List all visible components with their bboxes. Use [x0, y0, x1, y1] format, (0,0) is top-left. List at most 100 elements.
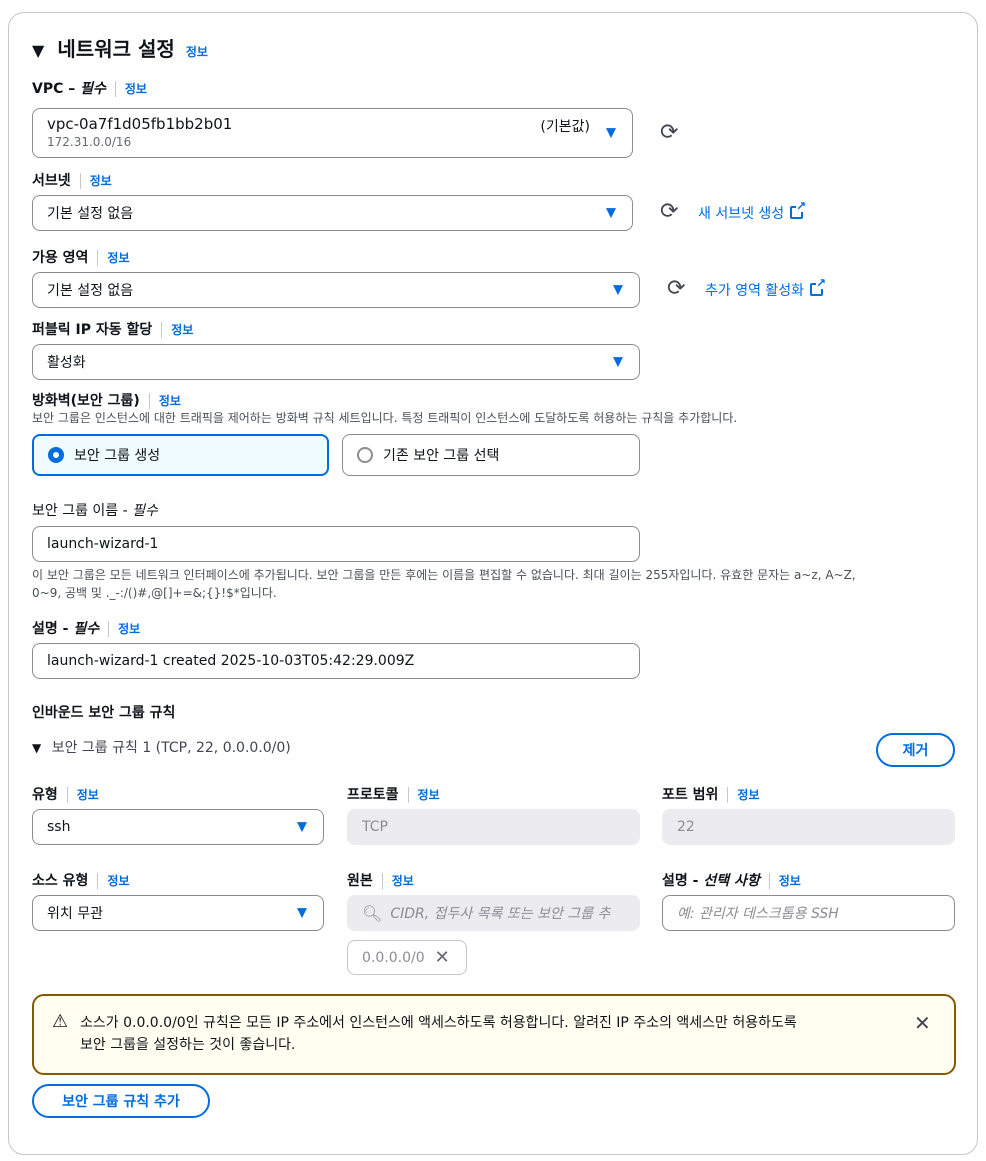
dropdown-arrow-icon: ▼ [613, 282, 623, 298]
public-ip-select[interactable]: 활성화 ▼ [32, 344, 640, 380]
subnet-label-text: 서브넷 [32, 173, 71, 189]
subnet-info-link[interactable]: 정보 [90, 174, 112, 188]
warning-text: 소스가 0.0.0.0/0인 규칙은 모든 IP 주소에서 인스턴스에 액세스하… [80, 1012, 797, 1056]
sg-name-input[interactable]: launch-wizard-1 [32, 526, 640, 562]
source-search-input[interactable]: 🔍︎ CIDR, 접두사 목록 또는 보안 그룹 추 [347, 895, 640, 931]
dropdown-arrow-icon: ▼ [297, 905, 307, 921]
create-subnet-text: 새 서브넷 생성 [698, 206, 785, 222]
radio-existing-label: 기존 보안 그룹 선택 [383, 448, 500, 464]
source-label: 원본 정보 [347, 870, 414, 890]
vpc-cidr: 172.31.0.0/16 [47, 135, 132, 149]
port-info-link[interactable]: 정보 [737, 788, 759, 802]
az-refresh-icon[interactable]: ⟳ [667, 278, 685, 300]
vpc-default-tag: (기본값) [540, 119, 590, 135]
source-token-value: 0.0.0.0/0 [362, 949, 425, 966]
description-label: 설명 - 필수 정보 [32, 618, 140, 638]
collapse-caret-icon[interactable]: ▼ [32, 41, 44, 60]
public-ip-info-link[interactable]: 정보 [171, 323, 193, 337]
dropdown-arrow-icon: ▼ [613, 354, 623, 370]
warning-line2: 보안 그룹을 설정하는 것이 좋습니다. [80, 1037, 296, 1053]
sg-name-label-text: 보안 그룹 이름 - [32, 503, 133, 519]
source-type-select[interactable]: 위치 무관 ▼ [32, 895, 324, 931]
protocol-label: 프로토콜 정보 [347, 784, 440, 804]
az-select[interactable]: 기본 설정 없음 ▼ [32, 272, 640, 308]
protocol-label-text: 프로토콜 [347, 787, 399, 803]
subnet-refresh-icon[interactable]: ⟳ [660, 201, 678, 223]
port-range-label: 포트 범위 정보 [662, 784, 760, 804]
firewall-label: 방화벽(보안 그룹) 정보 [32, 390, 181, 410]
add-security-group-rule-button[interactable]: 보안 그룹 규칙 추가 [32, 1084, 210, 1118]
radio-create-security-group[interactable]: 보안 그룹 생성 [32, 434, 329, 476]
vpc-required: 필수 [80, 81, 106, 97]
source-type-value: 위치 무관 [47, 906, 103, 922]
remove-rule-button[interactable]: 제거 [876, 733, 955, 767]
page-title: 네트워크 설정 [57, 37, 175, 61]
subnet-select[interactable]: 기본 설정 없음 ▼ [32, 195, 633, 231]
inbound-rules-title: 인바운드 보안 그룹 규칙 [32, 705, 176, 721]
description-required: 필수 [73, 621, 100, 637]
public-ip-label-text: 퍼블릭 IP 자동 할당 [32, 322, 153, 338]
close-icon[interactable]: ✕ [435, 947, 450, 968]
search-icon: 🔍︎ [362, 903, 383, 923]
protocol-input: TCP [347, 809, 640, 845]
header-info-link[interactable]: 정보 [186, 45, 208, 59]
radio-unselected-icon [357, 447, 373, 463]
vpc-label: VPC – 필수 정보 [32, 78, 147, 98]
vpc-refresh-icon[interactable]: ⟳ [660, 122, 678, 144]
rule-1-header[interactable]: ▼ 보안 그룹 규칙 1 (TCP, 22, 0.0.0.0/0) [32, 737, 291, 757]
rule-description-input[interactable]: 예: 관리자 데스크톱용 SSH [662, 895, 955, 931]
description-label-text: 설명 - [32, 621, 74, 637]
port-range-input: 22 [662, 809, 955, 845]
source-placeholder: CIDR, 접두사 목록 또는 보안 그룹 추 [390, 906, 611, 922]
enable-zone-text: 추가 영역 활성화 [705, 283, 805, 299]
source-token: 0.0.0.0/0 ✕ [347, 940, 467, 975]
subnet-label: 서브넷 정보 [32, 170, 112, 190]
firewall-description: 보안 그룹은 인스턴스에 대한 트래픽을 제어하는 방화벽 규칙 세트입니다. … [32, 411, 738, 425]
rule-1-title: 보안 그룹 규칙 1 (TCP, 22, 0.0.0.0/0) [51, 740, 291, 756]
vpc-select[interactable]: vpc-0a7f1d05fb1bb2b01 172.31.0.0/16 (기본값… [32, 108, 633, 158]
dropdown-arrow-icon: ▼ [297, 819, 307, 835]
az-label-text: 가용 영역 [32, 250, 89, 266]
close-icon[interactable]: ✕ [914, 1011, 931, 1035]
az-label: 가용 영역 정보 [32, 247, 130, 267]
type-select[interactable]: ssh ▼ [32, 809, 324, 845]
vpc-label-text: VPC – [32, 81, 81, 97]
sg-name-required: 필수 [132, 503, 158, 519]
rule-description-label: 설명 - 선택 사항 정보 [662, 870, 801, 890]
external-link-icon [810, 277, 827, 296]
source-label-text: 원본 [347, 873, 373, 889]
radio-existing-security-group[interactable]: 기존 보안 그룹 선택 [342, 434, 640, 476]
external-link-icon [790, 200, 807, 219]
create-subnet-link[interactable]: 새 서브넷 생성 [698, 200, 807, 223]
protocol-info-link[interactable]: 정보 [418, 788, 440, 802]
public-ip-label: 퍼블릭 IP 자동 할당 정보 [32, 319, 193, 339]
collapse-caret-icon[interactable]: ▼ [32, 741, 41, 755]
sg-name-hint-line2: 0~9, 공백 및 ._-:/()#,@[]+=&;{}!$*입니다. [32, 586, 277, 600]
rule-desc-label-text: 설명 - [662, 873, 704, 889]
rule-desc-optional: 선택 사항 [703, 873, 760, 889]
description-input[interactable]: launch-wizard-1 created 2025-10-03T05:42… [32, 643, 640, 679]
radio-create-label: 보안 그룹 생성 [74, 448, 161, 464]
firewall-label-text: 방화벽(보안 그룹) [32, 393, 140, 409]
warning-line1: 소스가 0.0.0.0/0인 규칙은 모든 IP 주소에서 인스턴스에 액세스하… [80, 1015, 797, 1031]
enable-zone-link[interactable]: 추가 영역 활성화 [705, 277, 827, 300]
public-ip-value: 활성화 [47, 355, 86, 371]
type-info-link[interactable]: 정보 [77, 788, 99, 802]
sg-name-hint-line1: 이 보안 그룹은 모든 네트워크 인터페이스에 추가됩니다. 보안 그룹을 만든… [32, 568, 856, 582]
az-info-link[interactable]: 정보 [107, 251, 129, 265]
source-info-link[interactable]: 정보 [392, 874, 414, 888]
type-label: 유형 정보 [32, 784, 99, 804]
description-info-link[interactable]: 정보 [118, 622, 140, 636]
source-type-label: 소스 유형 정보 [32, 870, 130, 890]
dropdown-arrow-icon: ▼ [606, 125, 616, 141]
source-type-label-text: 소스 유형 [32, 873, 89, 889]
rule-desc-info-link[interactable]: 정보 [779, 874, 801, 888]
sg-name-hint: 이 보안 그룹은 모든 네트워크 인터페이스에 추가됩니다. 보안 그룹을 만든… [32, 566, 856, 602]
port-label-text: 포트 범위 [662, 787, 719, 803]
source-type-info-link[interactable]: 정보 [107, 874, 129, 888]
vpc-info-link[interactable]: 정보 [125, 82, 147, 96]
warning-icon: ⚠ [52, 1011, 69, 1032]
firewall-info-link[interactable]: 정보 [159, 394, 181, 408]
section-header[interactable]: ▼ 네트워크 설정 정보 [32, 33, 208, 62]
az-value: 기본 설정 없음 [47, 283, 134, 299]
